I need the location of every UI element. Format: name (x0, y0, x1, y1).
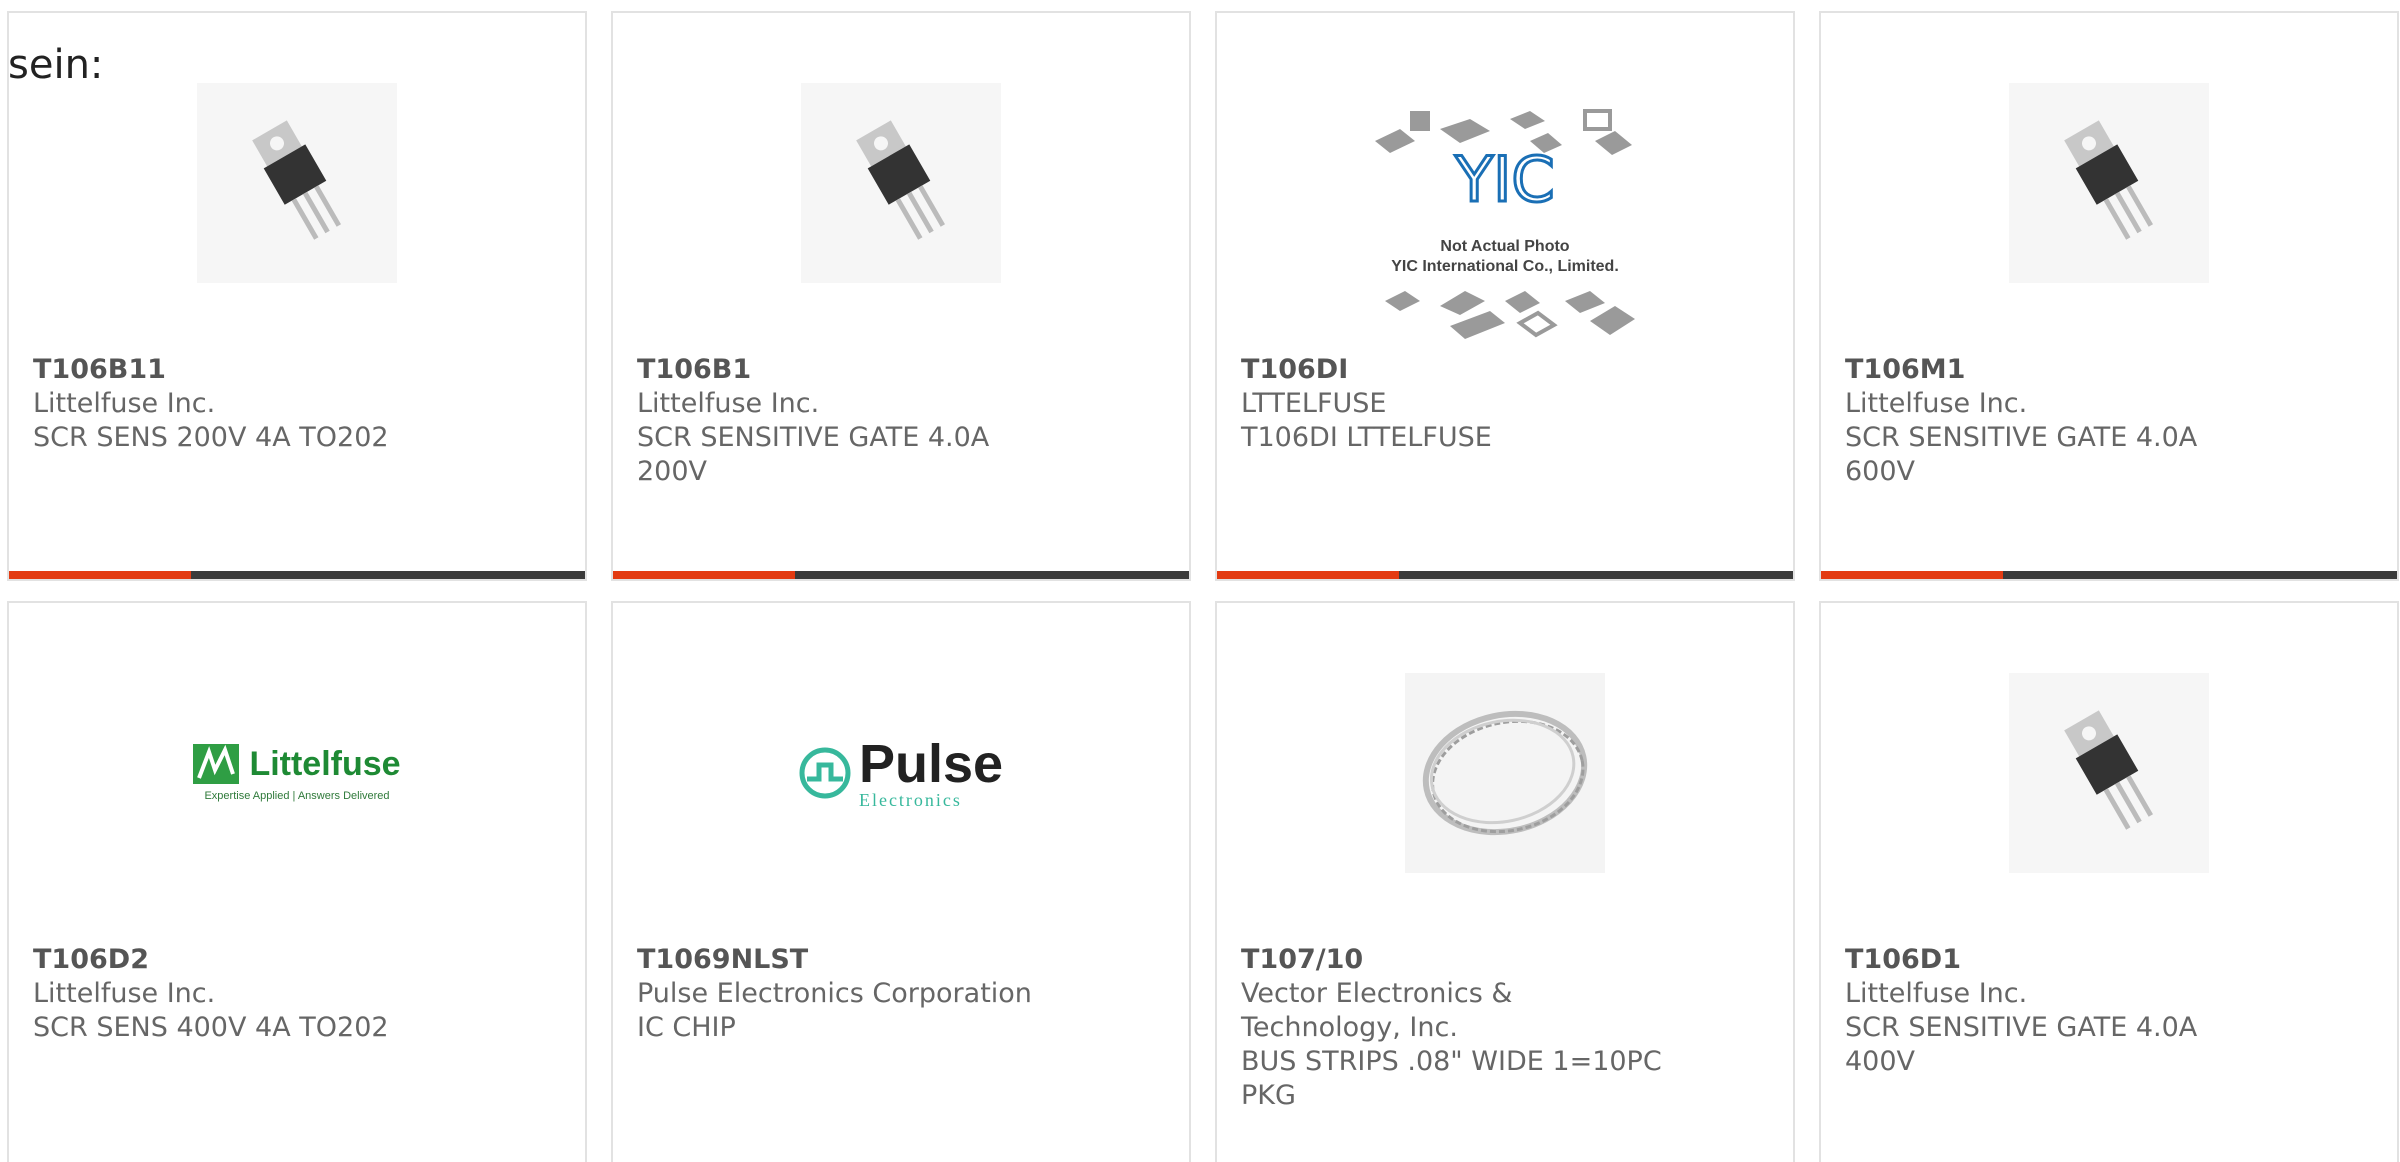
product-info: T1069NLST Pulse Electronics Corporation … (637, 943, 1067, 1045)
description: SCR SENSITIVE GATE 4.0A 400V (1845, 1012, 2198, 1077)
part-number[interactable]: T106D1 (1845, 943, 2275, 977)
product-card[interactable]: T106B11 Littelfuse Inc. SCR SENS 200V 4A… (7, 11, 587, 581)
transistor-icon (801, 83, 1001, 283)
card-accent-bar (613, 571, 1189, 579)
description: IC CHIP (637, 1012, 736, 1043)
product-info: T106B11 Littelfuse Inc. SCR SENS 200V 4A… (33, 353, 463, 455)
pulse-electronics-logo-image[interactable]: Pulse Electronics (791, 673, 1011, 873)
pulse-wordmark: Pulse (858, 734, 1004, 794)
littelfuse-tagline: Expertise Applied | Answers Delivered (204, 790, 390, 802)
manufacturer: LTTELFUSE (1241, 388, 1387, 419)
product-card[interactable]: T106M1 Littelfuse Inc. SCR SENSITIVE GAT… (1819, 11, 2399, 581)
manufacturer: Littelfuse Inc. (33, 978, 216, 1009)
part-number[interactable]: T106D2 (33, 943, 463, 977)
description: SCR SENS 200V 4A TO202 (33, 422, 389, 453)
card-accent-bar (1217, 571, 1793, 579)
pulse-subtitle: Electronics (858, 790, 962, 810)
transistor-image[interactable] (801, 83, 1001, 283)
transistor-icon (2009, 83, 2209, 283)
transistor-icon (197, 83, 397, 283)
product-info: T106D1 Littelfuse Inc. SCR SENSITIVE GAT… (1845, 943, 2275, 1079)
manufacturer: Littelfuse Inc. (33, 388, 216, 419)
part-number[interactable]: T106B11 (33, 353, 463, 387)
product-info: T106B1 Littelfuse Inc. SCR SENSITIVE GAT… (637, 353, 1067, 489)
part-number[interactable]: T1069NLST (637, 943, 1067, 977)
part-number[interactable]: T107/10 (1241, 943, 1671, 977)
product-info: T106D2 Littelfuse Inc. SCR SENS 400V 4A … (33, 943, 463, 1045)
manufacturer: Vector Electronics & Technology, Inc. (1241, 978, 1513, 1043)
product-card[interactable]: Littelfuse Expertise Applied | Answers D… (7, 601, 587, 1162)
transistor-image[interactable] (2009, 83, 2209, 283)
transistor-image[interactable] (2009, 673, 2209, 873)
littelfuse-logo-image[interactable]: Littelfuse Expertise Applied | Answers D… (187, 673, 407, 873)
product-card[interactable]: Pulse Electronics T1069NLST Pulse Electr… (611, 601, 1191, 1162)
product-card[interactable]: T107/10 Vector Electronics & Technology,… (1215, 601, 1795, 1162)
product-grid: T106B11 Littelfuse Inc. SCR SENS 200V 4A… (7, 11, 2399, 1162)
bus-strip-coil-image[interactable] (1405, 673, 1605, 873)
transistor-image[interactable] (197, 83, 397, 283)
pulse-logo: Pulse Electronics (799, 737, 1003, 809)
manufacturer: Littelfuse Inc. (637, 388, 820, 419)
chip-assortment-icon: YIC Not Actual Photo YIC International C… (1375, 109, 1635, 339)
svg-text:YIC International Co., Limited: YIC International Co., Limited. (1391, 258, 1619, 275)
manufacturer: Littelfuse Inc. (1845, 978, 2028, 1009)
product-card[interactable]: YIC Not Actual Photo YIC International C… (1215, 11, 1795, 581)
card-accent-bar (9, 571, 585, 579)
manufacturer: Littelfuse Inc. (1845, 388, 2028, 419)
svg-text:Not Actual Photo: Not Actual Photo (1440, 238, 1569, 255)
description: T106DI LTTELFUSE (1241, 422, 1492, 453)
yic-logo-text: YIC (1454, 143, 1554, 216)
part-number[interactable]: T106M1 (1845, 353, 2275, 387)
product-info: T106M1 Littelfuse Inc. SCR SENSITIVE GAT… (1845, 353, 2275, 489)
product-card[interactable]: T106D1 Littelfuse Inc. SCR SENSITIVE GAT… (1819, 601, 2399, 1162)
description: BUS STRIPS .08" WIDE 1=10PC PKG (1241, 1046, 1662, 1111)
littelfuse-mark-icon (193, 744, 240, 784)
product-grid-page: sein: T106B11 Littelfuse Inc. SCR SENS 2… (0, 0, 2400, 1162)
product-card[interactable]: T106B1 Littelfuse Inc. SCR SENSITIVE GAT… (611, 11, 1191, 581)
transistor-icon (2009, 673, 2209, 873)
yic-placeholder-image[interactable]: YIC Not Actual Photo YIC International C… (1370, 101, 1640, 351)
manufacturer: Pulse Electronics Corporation (637, 978, 1032, 1009)
littelfuse-wordmark: Littelfuse (249, 744, 401, 783)
description: SCR SENSITIVE GATE 4.0A 200V (637, 422, 990, 487)
part-number[interactable]: T106B1 (637, 353, 1067, 387)
part-number[interactable]: T106DI (1241, 353, 1671, 387)
page-heading: sein: (8, 42, 104, 88)
product-info: T107/10 Vector Electronics & Technology,… (1241, 943, 1671, 1113)
pulse-mark-icon (799, 747, 851, 799)
littelfuse-logo: Littelfuse Expertise Applied | Answers D… (193, 744, 401, 802)
wire-coil-icon (1405, 673, 1605, 873)
description: SCR SENS 400V 4A TO202 (33, 1012, 389, 1043)
product-info: T106DI LTTELFUSE T106DI LTTELFUSE (1241, 353, 1671, 455)
card-accent-bar (1821, 571, 2397, 579)
description: SCR SENSITIVE GATE 4.0A 600V (1845, 422, 2198, 487)
